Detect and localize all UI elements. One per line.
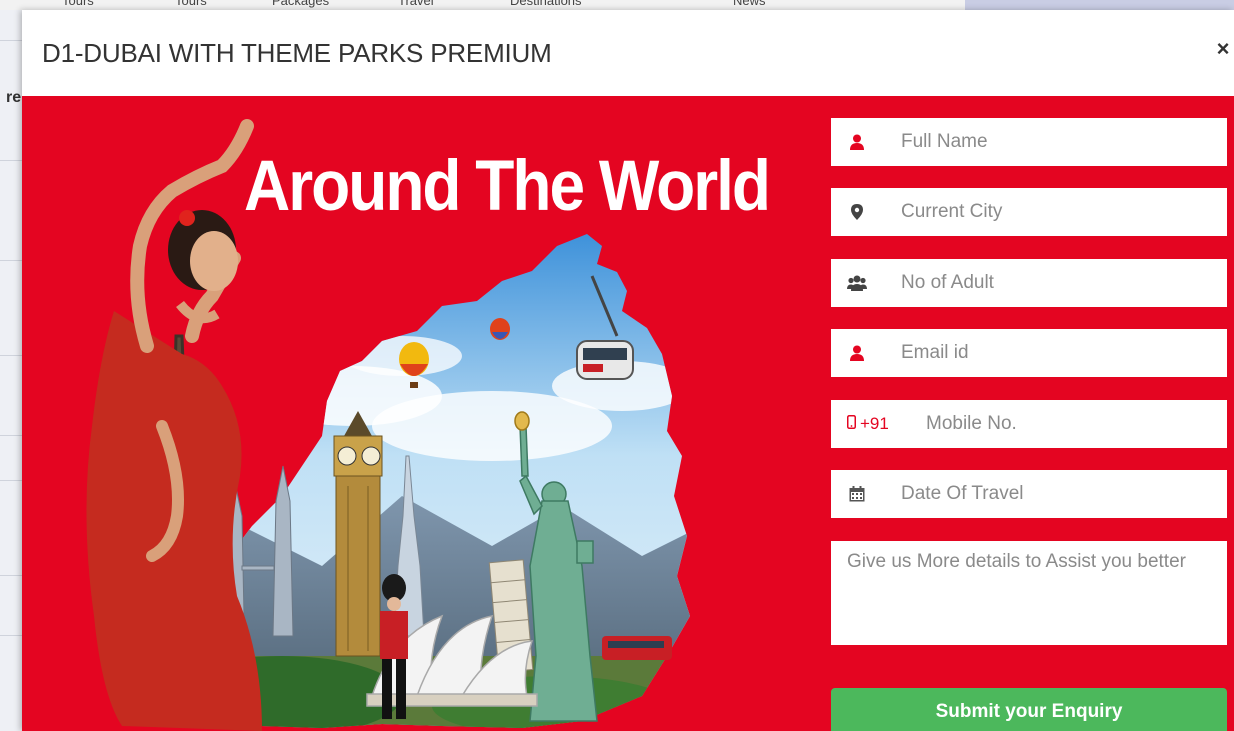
divider [0,480,22,481]
background-nav-item: Tours [62,0,94,8]
modal-body: Around The World Full Name Current City … [22,96,1234,731]
modal-header: D1-DUBAI WITH THEME PARKS PREMIUM × [22,10,1234,96]
close-button[interactable]: × [1212,36,1234,62]
user-icon [847,329,867,377]
country-code-prefix: +91 [847,400,889,448]
divider [0,435,22,436]
map-marker-icon [847,188,867,236]
background-nav-item: Travel [398,0,434,8]
background-nav-item: News [733,0,766,8]
divider [0,40,22,41]
mobile-phone-icon [847,414,856,434]
modal-title: D1-DUBAI WITH THEME PARKS PREMIUM [42,38,552,68]
background-page-sidebar: re [0,10,22,731]
country-code: +91 [860,414,889,433]
current-city-field [831,188,1227,236]
promo-headline: Around The World [244,145,771,226]
current-city-input[interactable] [901,188,1217,236]
submit-enquiry-button[interactable]: Submit your Enquiry [831,688,1227,731]
adults-input[interactable] [901,259,1217,307]
promo-illustration: Around The World [22,96,812,731]
users-icon [847,259,867,307]
details-field [831,541,1227,645]
user-icon [847,118,867,166]
full-name-field [831,118,1227,166]
background-nav-item: Destinations [510,0,582,8]
background-nav-item: Packages [272,0,330,8]
email-field [831,329,1227,377]
travel-date-field [831,470,1227,518]
enquiry-modal: D1-DUBAI WITH THEME PARKS PREMIUM × Arou… [22,10,1234,731]
divider [0,635,22,636]
email-input[interactable] [901,329,1217,377]
travel-date-input[interactable] [901,470,1217,518]
calendar-icon [847,470,867,518]
background-page-text: re [6,89,22,106]
flamenco-dancer [86,119,262,731]
divider [0,575,22,576]
mobile-input[interactable] [926,400,1216,448]
divider [0,355,22,356]
big-ben-tower [333,411,383,657]
divider [0,160,22,161]
divider [0,260,22,261]
adults-field [831,259,1227,307]
background-nav-item: Tours [175,0,207,8]
details-textarea[interactable] [847,551,1217,639]
mobile-field: +91 [831,400,1227,448]
train [602,636,672,660]
full-name-input[interactable] [901,118,1217,166]
